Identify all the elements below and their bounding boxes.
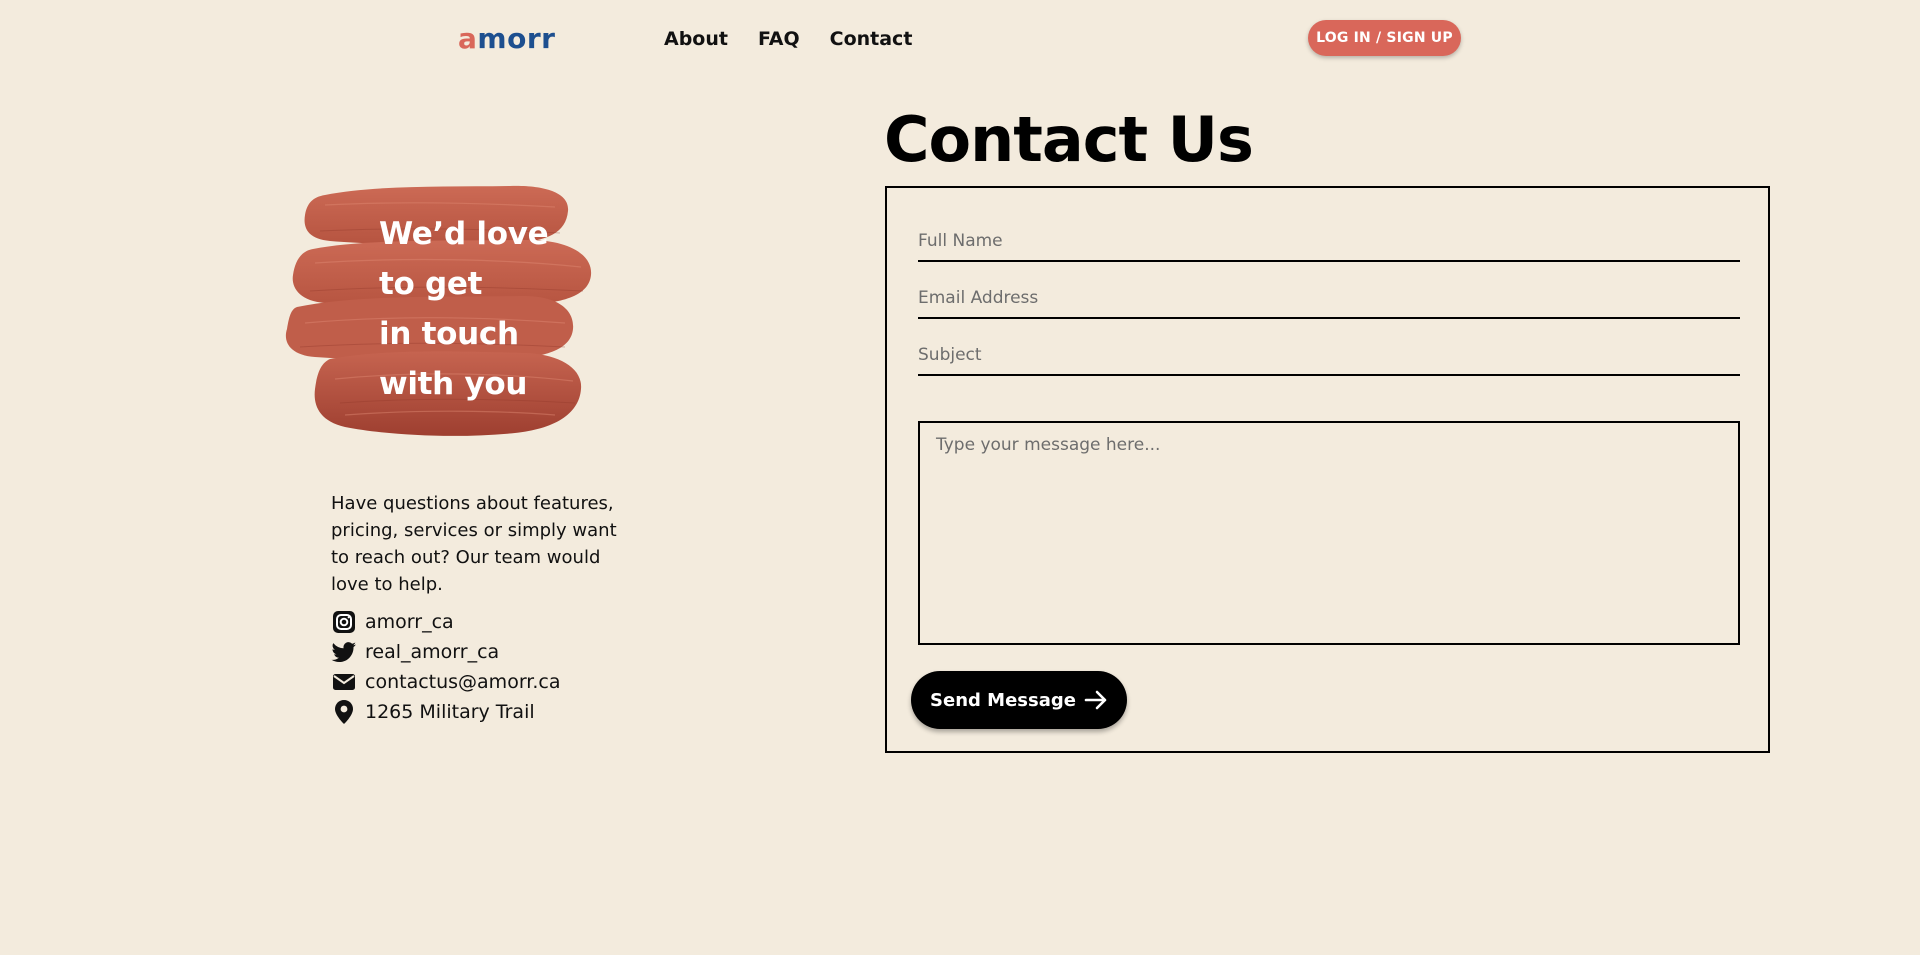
email-input[interactable] (918, 279, 1740, 319)
main-nav: About FAQ Contact (664, 26, 912, 52)
tagline: We’d love to get in touch with you (379, 209, 549, 409)
contact-email[interactable]: contactus@amorr.ca (331, 667, 651, 697)
login-signup-button[interactable]: LOG IN / SIGN UP (1308, 20, 1461, 56)
nav-contact-link[interactable]: Contact (830, 26, 913, 52)
twitter-handle: real_amorr_ca (365, 641, 500, 663)
mail-icon (331, 669, 357, 695)
nav-faq-link[interactable]: FAQ (758, 26, 800, 52)
tagline-line: in touch (379, 316, 519, 352)
send-message-button[interactable]: Send Message (911, 671, 1127, 729)
contact-address[interactable]: 1265 Military Trail (331, 697, 651, 727)
logo-letter-a: a (458, 22, 478, 55)
message-textarea[interactable] (918, 421, 1740, 645)
intro-text: Have questions about features, pricing, … (331, 493, 617, 595)
site-header: amorr About FAQ Contact LOG IN / SIGN UP (0, 0, 1920, 78)
location-pin-icon (331, 699, 357, 725)
subject-input[interactable] (918, 336, 1740, 376)
logo-wordmark: morr (477, 22, 556, 55)
send-message-label: Send Message (930, 689, 1076, 711)
contact-twitter[interactable]: real_amorr_ca (331, 637, 651, 667)
tagline-line: to get (379, 266, 483, 302)
contact-form: Send Message (885, 186, 1770, 753)
twitter-icon (331, 639, 357, 665)
page-title: Contact Us (884, 103, 1254, 176)
amorr-logo[interactable]: amorr (458, 22, 555, 56)
tagline-line: We’d love (379, 216, 549, 252)
instagram-handle: amorr_ca (365, 611, 454, 633)
instagram-icon (331, 609, 357, 635)
tagline-line: with you (379, 366, 528, 402)
nav-about-link[interactable]: About (664, 26, 728, 52)
brush-stroke-graphic: We’d love to get in touch with you (285, 183, 595, 443)
full-name-input[interactable] (918, 222, 1740, 262)
street-address: 1265 Military Trail (365, 701, 535, 723)
arrow-right-icon (1084, 690, 1107, 710)
contact-instagram[interactable]: amorr_ca (331, 607, 651, 637)
email-address: contactus@amorr.ca (365, 671, 561, 693)
contact-info-list: amorr_ca real_amorr_ca contactus@amorr.c… (331, 607, 651, 727)
